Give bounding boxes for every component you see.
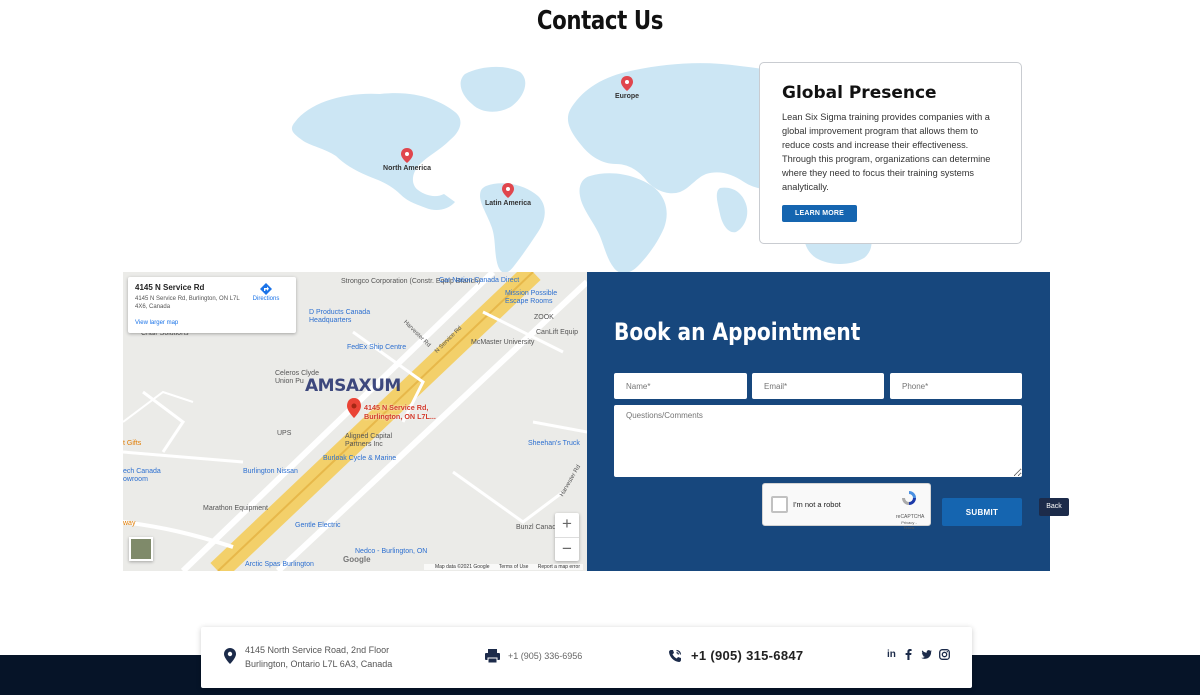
global-presence-text: Lean Six Sigma training provides compani… (782, 112, 991, 192)
map-marker-label-line: Burlington, ON L7L... (364, 412, 436, 421)
map-poi[interactable]: Sheehan's Truck (528, 440, 580, 448)
map-info-address: 4145 N Service Rd, Burlington, ON L7L 4X… (135, 296, 240, 310)
map-poi[interactable]: Burloak Cycle & Marine (323, 455, 396, 463)
submit-button[interactable]: SUBMIT (942, 498, 1022, 526)
global-presence-card: Global Presence Lean Six Sigma training … (759, 62, 1022, 244)
fax-icon (485, 649, 500, 663)
africa-landmass (579, 173, 667, 274)
map-data-credit: Map data ©2021 Google (434, 564, 490, 570)
latin-america-pin-label: Latin America (485, 200, 531, 207)
view-larger-map-link[interactable]: View larger map (135, 320, 178, 326)
location-pin-icon (224, 648, 236, 664)
learn-more-button[interactable]: LEARN MORE (782, 205, 858, 222)
google-logo: Google (343, 555, 371, 564)
name-field[interactable] (614, 373, 747, 399)
terms-of-use-link[interactable]: Terms of Use (499, 564, 528, 570)
zoom-in-button[interactable]: + (555, 513, 579, 537)
map-marker-label[interactable]: 4145 N Service Rd, Burlington, ON L7L... (364, 403, 436, 421)
map-poi[interactable]: Bunzl Canad (516, 524, 556, 532)
map-poi[interactable]: McMaster University (471, 339, 534, 347)
address-line: Burlington, Ontario L7L 6A3, Canada (245, 659, 393, 669)
map-poi[interactable]: Gentle Electric (295, 522, 341, 530)
linkedin-icon[interactable]: in (887, 649, 896, 660)
recaptcha-icon (902, 491, 916, 505)
recaptcha-links[interactable]: Privacy - Terms (896, 520, 922, 530)
phone-icon (669, 649, 682, 662)
greenland-landmass (460, 66, 526, 112)
back-button[interactable]: Back (1039, 498, 1069, 516)
north-america-pin-label: North America (383, 165, 431, 172)
map-poi[interactable]: Car Nation Canada Direct (439, 277, 519, 285)
map-poi[interactable]: Burlington Nissan (243, 468, 298, 476)
recaptcha-checkbox[interactable] (771, 496, 788, 513)
embedded-map[interactable]: Strongco Corporation (Constr. Equip Bran… (123, 272, 587, 571)
north-america-landmass (291, 93, 461, 210)
recaptcha-label: I'm not a robot (793, 500, 841, 509)
address-line: 4145 North Service Road, 2nd Floor (245, 645, 390, 655)
phone-field[interactable] (890, 373, 1022, 399)
directions-link[interactable]: Directions (246, 282, 286, 302)
phone-number[interactable]: +1 (905) 315-6847 (691, 648, 803, 663)
twitter-icon[interactable] (921, 649, 932, 660)
appointment-panel: Book an Appointment I'm not a robot reCA… (587, 272, 1050, 571)
map-poi[interactable]: ech Canada owroom (123, 468, 173, 484)
map-poi[interactable]: FedEx Ship Centre (347, 344, 406, 352)
contact-strip: 4145 North Service Road, 2nd Floor Burli… (201, 627, 972, 688)
map-poi[interactable]: Aligned Capital Partners Inc (345, 433, 405, 449)
email-field[interactable] (752, 373, 884, 399)
latin-america-landmass (480, 183, 545, 273)
map-poi[interactable]: Arctic Spas Burlington (245, 561, 314, 569)
map-poi[interactable]: way (123, 520, 135, 528)
map-marker-label-line: 4145 N Service Rd, (364, 403, 429, 412)
report-map-error-link[interactable]: Report a map error (538, 564, 580, 570)
footer-address: 4145 North Service Road, 2nd Floor Burli… (245, 643, 392, 671)
page-title: Contact Us (536, 6, 664, 36)
map-poi[interactable]: UPS (277, 430, 291, 438)
recaptcha-logo: reCAPTCHA Privacy - Terms (896, 489, 924, 530)
instagram-icon[interactable] (938, 649, 950, 660)
map-info-box: 4145 N Service Rd 4145 N Service Rd, Bur… (128, 277, 296, 333)
map-poi[interactable]: D Products Canada Headquarters (309, 309, 399, 325)
map-attribution: Map data ©2021 Google Terms of Use Repor… (423, 564, 583, 570)
map-poi[interactable]: CanLift Equip (536, 329, 578, 337)
map-poi[interactable]: Marathon Equipment (203, 505, 268, 513)
facebook-icon[interactable] (903, 649, 914, 660)
social-links: in (887, 649, 950, 660)
map-poi[interactable]: ZOOK (534, 314, 554, 322)
recaptcha-widget: I'm not a robot reCAPTCHA Privacy - Term… (762, 483, 931, 530)
europe-pin-label: Europe (615, 93, 639, 100)
appointment-title: Book an Appointment (614, 318, 861, 346)
directions-label: Directions (252, 296, 280, 302)
south-asia-landmass (716, 187, 748, 233)
map-poi[interactable]: Mission Possible Escape Rooms (505, 290, 575, 306)
zoom-out-button[interactable]: − (555, 537, 579, 561)
fax-number: +1 (905) 336-6956 (508, 651, 583, 661)
comments-field[interactable] (614, 405, 1022, 477)
company-map-logo: AMSAXUM (305, 376, 401, 396)
directions-icon (260, 283, 272, 295)
global-presence-heading: Global Presence (782, 83, 937, 103)
map-poi[interactable]: t Gifts (123, 440, 141, 448)
zoom-controls: + − (555, 513, 579, 561)
satellite-toggle[interactable] (129, 537, 153, 561)
